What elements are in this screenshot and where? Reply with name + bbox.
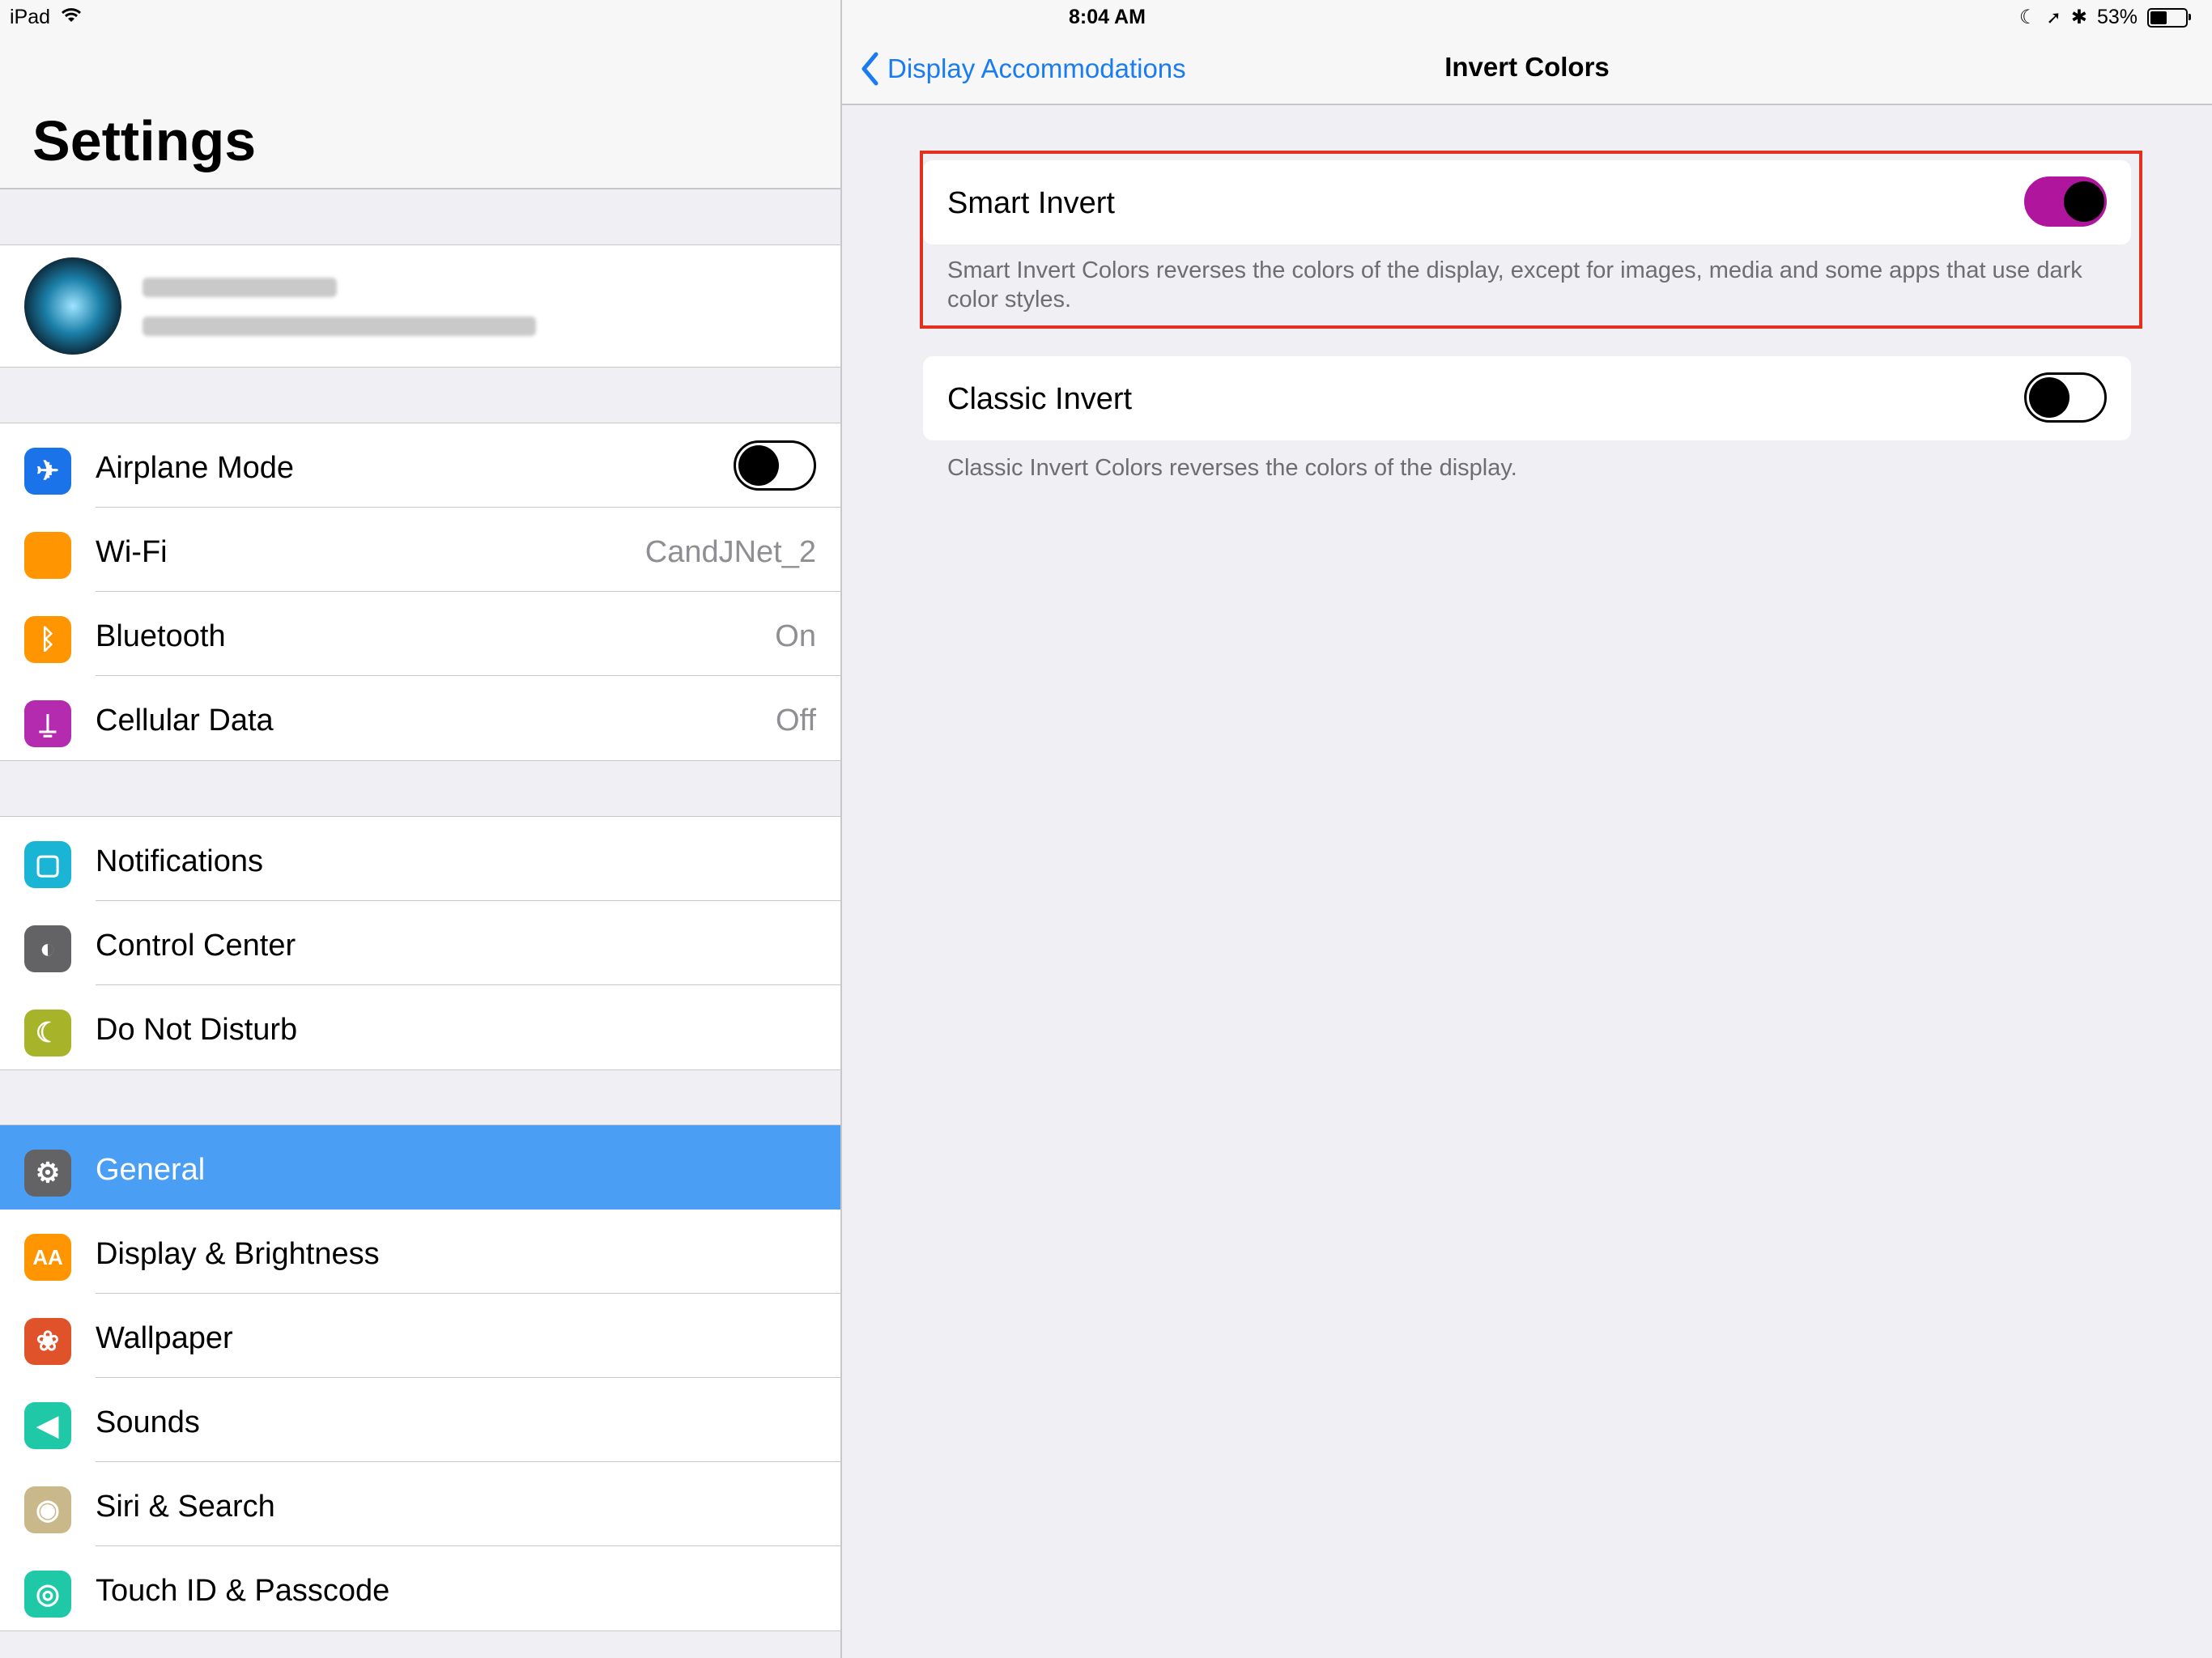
sidebar-item-wallpaper[interactable]: ❀ Wallpaper <box>0 1294 840 1378</box>
sidebar-item-label: Touch ID & Passcode <box>96 1574 390 1608</box>
sidebar-item-value: CandJNet_2 <box>644 535 816 569</box>
sidebar-item-label: Bluetooth <box>96 619 226 653</box>
classic-invert-toggle[interactable] <box>2024 372 2107 423</box>
sidebar-item-label: Siri & Search <box>96 1490 275 1524</box>
sidebar-item-label: Cellular Data <box>96 704 274 738</box>
location-icon: ➚ <box>2046 6 2061 28</box>
sidebar-item-touch-id-passcode[interactable]: ◎ Touch ID & Passcode <box>0 1546 840 1630</box>
sidebar-item-do-not-disturb[interactable]: ☾ Do Not Disturb <box>0 985 840 1069</box>
smart-invert-highlight-box <box>920 151 2142 329</box>
moon-icon: ☾ <box>24 1010 71 1056</box>
sidebar-item-notifications[interactable]: ▢ Notifications <box>0 817 840 901</box>
sidebar-item-label: Display & Brightness <box>96 1237 380 1271</box>
sidebar-item-bluetooth[interactable]: ᛒ Bluetooth On <box>0 592 840 676</box>
classic-invert-label: Classic Invert <box>947 382 1133 416</box>
antenna-icon: ⍊ <box>24 700 71 747</box>
flower-icon: ❀ <box>24 1318 71 1365</box>
sidebar-item-wi-fi[interactable]: Wi-Fi CandJNet_2 <box>0 508 840 592</box>
battery-icon <box>2147 7 2191 28</box>
siri-icon: ◉ <box>24 1486 71 1533</box>
speaker-icon: ◀ <box>24 1402 71 1449</box>
bluetooth-icon: ✱ <box>2070 6 2087 28</box>
wifi-icon <box>24 532 71 579</box>
wifi-icon <box>60 6 83 29</box>
apple-id-profile[interactable] <box>0 244 840 368</box>
status-time: 8:04 AM <box>1069 6 1146 28</box>
toggle-knob <box>2029 377 2069 418</box>
sidebar-item-label: Do Not Disturb <box>96 1013 298 1047</box>
sidebar-item-cellular-data[interactable]: ⍊ Cellular Data Off <box>0 676 840 760</box>
notifications-group: ▢ Notifications ◐ Control Center ☾ Do Not Dis… <box>0 816 840 1070</box>
sidebar-item-label: Wi-Fi <box>96 535 168 569</box>
classic-invert-cell: Classic Invert <box>923 356 2131 440</box>
sidebar-item-airplane-mode[interactable]: ✈ Airplane Mode <box>0 423 840 508</box>
sidebar-item-general[interactable]: ⚙ General <box>0 1125 840 1209</box>
gear-icon: ⚙ <box>24 1150 71 1197</box>
classic-invert-footer: Classic Invert Colors reverses the color… <box>947 455 1517 481</box>
device-name: iPad <box>10 6 51 28</box>
avatar <box>24 257 121 355</box>
connectivity-group: ✈ Airplane Mode Wi-Fi CandJNet_2 ᛒ Bluetooth O… <box>0 423 840 761</box>
status-bar: iPad 8:04 AM ☾ ➚ ✱ 53% <box>0 0 2212 36</box>
sidebar-item-label: General <box>96 1153 206 1187</box>
battery-percent: 53% <box>2096 6 2138 28</box>
sidebar-item-value: Off <box>776 704 816 738</box>
sidebar-item-label: Sounds <box>96 1405 200 1439</box>
moon-icon: ☾ <box>2018 6 2037 28</box>
fingerprint-icon: ◎ <box>24 1571 71 1618</box>
notifications-icon: ▢ <box>24 841 71 888</box>
sidebar-item-display-brightness[interactable]: AA Display & Brightness <box>0 1209 840 1294</box>
sidebar-item-label: Airplane Mode <box>96 451 295 485</box>
airplane-mode-toggle[interactable] <box>734 440 816 491</box>
page-title: Settings <box>32 109 257 172</box>
general-group: ⚙ General AA Display & Brightness ❀ Wallpaper… <box>0 1124 840 1631</box>
sidebar-item-value: On <box>775 619 816 653</box>
sidebar-item-control-center[interactable]: ◐ Control Center <box>0 901 840 985</box>
sidebar-item-label: Notifications <box>96 844 263 878</box>
switches-icon: ◐ <box>24 925 71 972</box>
sidebar-item-label: Wallpaper <box>96 1321 233 1355</box>
sidebar-item-label: Control Center <box>96 929 296 963</box>
sidebar-item-siri-search[interactable]: ◉ Siri & Search <box>0 1462 840 1546</box>
text-size-icon: AA <box>24 1234 71 1281</box>
airplane-icon: ✈ <box>24 448 71 495</box>
redacted-subtitle <box>143 317 536 336</box>
bluetooth-icon: ᛒ <box>24 616 71 663</box>
toggle-knob <box>738 445 779 486</box>
sidebar-item-sounds[interactable]: ◀ Sounds <box>0 1378 840 1462</box>
settings-sidebar: Settings ✈ Airplane Mode Wi-Fi CandJNet_2 ᛒ B… <box>0 0 842 1658</box>
detail-title: Invert Colors <box>1444 52 1610 82</box>
redacted-name <box>143 278 337 297</box>
battery-level <box>2150 11 2167 24</box>
